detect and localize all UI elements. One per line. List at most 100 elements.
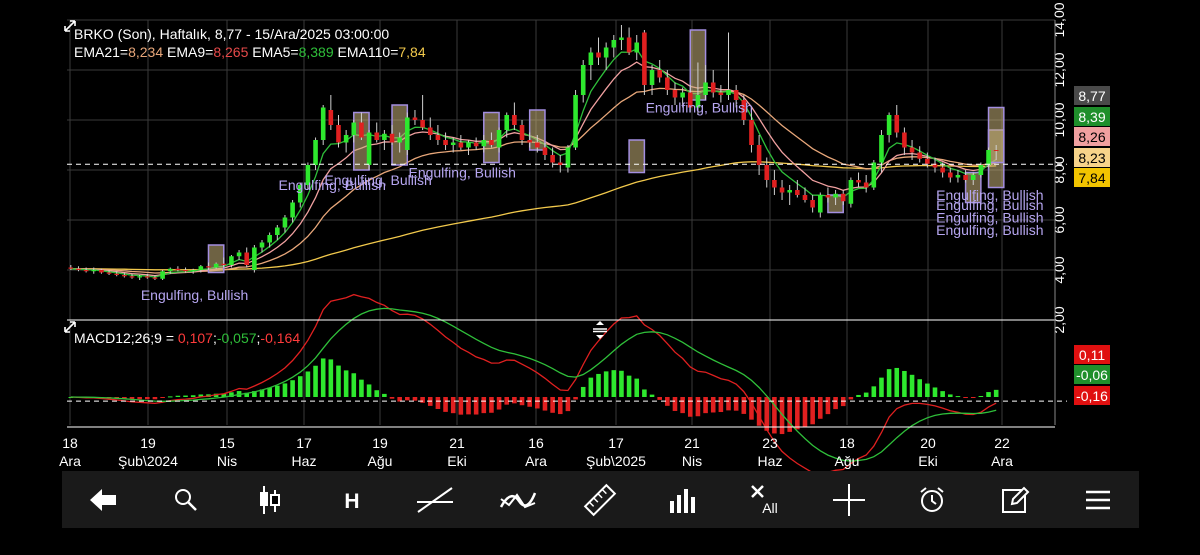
macd-histogram-bar <box>902 370 907 397</box>
candle-body <box>236 252 242 257</box>
macd-histogram-bar <box>879 377 884 397</box>
candle-body <box>106 272 112 274</box>
candle-body <box>879 135 884 163</box>
pattern-label: Engulfing, Bullish <box>408 165 515 181</box>
macd-histogram-bar <box>443 397 448 412</box>
macd-histogram-bar <box>405 397 410 401</box>
candle-body <box>137 276 142 278</box>
macd-histogram-bar <box>925 383 930 397</box>
candle-body <box>267 235 272 243</box>
macd-histogram-bar <box>955 396 961 398</box>
x-tick-day: 23 <box>762 435 778 451</box>
panel-resize-handle-icon[interactable] <box>590 320 610 340</box>
trendline-icon <box>416 486 453 513</box>
bottom-toolbar: H All <box>62 471 1139 528</box>
volume-bars-button[interactable] <box>653 475 713 525</box>
macd-histogram-bar <box>909 374 915 397</box>
candle-body <box>374 132 380 140</box>
macd-histogram-bar <box>466 397 471 415</box>
crosshair-button[interactable] <box>819 475 879 525</box>
macd-histogram-bar <box>856 394 861 397</box>
candle-body <box>978 165 984 175</box>
ema-legend: EMA21=8,234 EMA9=8,265 EMA5=8,389 EMA110… <box>74 44 426 60</box>
symbol-line: BRKO (Son), Haftalık, 8,77 - 15/Ara/2025… <box>74 26 390 42</box>
macd-label: MACD12;26;9 = <box>74 330 178 346</box>
candle-body <box>473 142 479 147</box>
macd-histogram-bar <box>175 395 181 397</box>
y-tick-label: 4,00 <box>1051 256 1067 283</box>
macd-histogram-bar <box>825 397 831 415</box>
candle-body <box>336 125 341 143</box>
macd-badge-text: -0,06 <box>1076 367 1108 383</box>
macd-histogram-bar <box>336 365 341 397</box>
x-tick-month: Haz <box>292 453 317 469</box>
candle-body <box>290 202 295 218</box>
candle-body <box>557 162 563 165</box>
macd-histogram-bar <box>366 384 372 397</box>
price-badge: 8,77 <box>1074 86 1110 105</box>
trendline-button[interactable] <box>405 475 465 525</box>
macd-histogram-bar <box>672 397 678 411</box>
delete-all-button[interactable]: All <box>736 475 796 525</box>
candle-body <box>420 120 425 128</box>
chart-header: BRKO (Son), Haftalık, 8,77 - 15/Ara/2025… <box>74 26 389 42</box>
expand-macd-panel-icon[interactable] <box>64 321 76 333</box>
macd-histogram-bar <box>932 387 938 397</box>
horizontal-line-button[interactable]: H <box>322 475 382 525</box>
macd-histogram-bar <box>817 397 823 419</box>
macd-histogram-bar <box>703 397 708 414</box>
candle-body <box>450 142 456 145</box>
chart-type-button[interactable] <box>239 475 299 525</box>
macd-histogram-bar <box>573 397 578 400</box>
indicator-button[interactable] <box>488 475 548 525</box>
candle-body <box>351 122 357 135</box>
candle-body <box>389 133 395 143</box>
macd-histogram-bar <box>695 397 701 417</box>
candle-body <box>427 127 433 135</box>
macd-histogram-bar <box>986 392 991 397</box>
edit-button[interactable] <box>985 475 1045 525</box>
alarm-button[interactable] <box>902 475 962 525</box>
macd-histogram-bar <box>947 394 953 397</box>
ema5-label: EMA5= <box>248 44 299 60</box>
candle-body <box>871 162 877 188</box>
candle-body <box>512 115 517 125</box>
price-badge: 8,39 <box>1074 107 1110 126</box>
back-button[interactable] <box>73 475 133 525</box>
macd-histogram-bar <box>603 371 609 397</box>
candle-body <box>83 270 89 272</box>
macd-histogram-bar <box>733 397 739 411</box>
expand-price-panel-icon[interactable] <box>64 20 76 32</box>
macd-histogram-bar <box>137 397 142 400</box>
macd-histogram-bar <box>458 397 464 415</box>
x-tick-month: Ara <box>991 453 1013 469</box>
x-tick-day: 19 <box>372 435 388 451</box>
macd-badge: 0,11 <box>1074 345 1110 364</box>
ema9-value: 8,265 <box>213 44 249 60</box>
macd-histogram-bar <box>542 397 548 411</box>
candle-body <box>359 122 364 138</box>
macd-histogram-bar <box>512 397 517 404</box>
candle-body <box>764 165 770 180</box>
macd-histogram-bar <box>741 397 747 414</box>
candle-body <box>657 70 662 78</box>
x-tick-month: Ara <box>59 453 81 469</box>
ruler-button[interactable] <box>570 475 630 525</box>
macd-histogram-bar <box>282 383 288 397</box>
y-tick-label: 6,00 <box>1051 206 1067 233</box>
macd-histogram-bar <box>917 379 922 397</box>
candle-body <box>466 142 471 148</box>
candle-body <box>779 187 785 193</box>
candle-body <box>848 180 854 204</box>
candle-body <box>749 120 754 145</box>
candle-body <box>496 130 502 148</box>
ema21-value: 8,234 <box>128 44 164 60</box>
y-tick-label: 10,00 <box>1051 102 1067 137</box>
candle-body <box>259 242 265 248</box>
macd-histogram-bar <box>550 397 555 413</box>
menu-button[interactable] <box>1068 475 1128 525</box>
macd-histogram-bar <box>290 380 295 397</box>
candle-body <box>382 133 387 140</box>
candle-body <box>535 142 540 148</box>
search-button[interactable] <box>156 475 216 525</box>
